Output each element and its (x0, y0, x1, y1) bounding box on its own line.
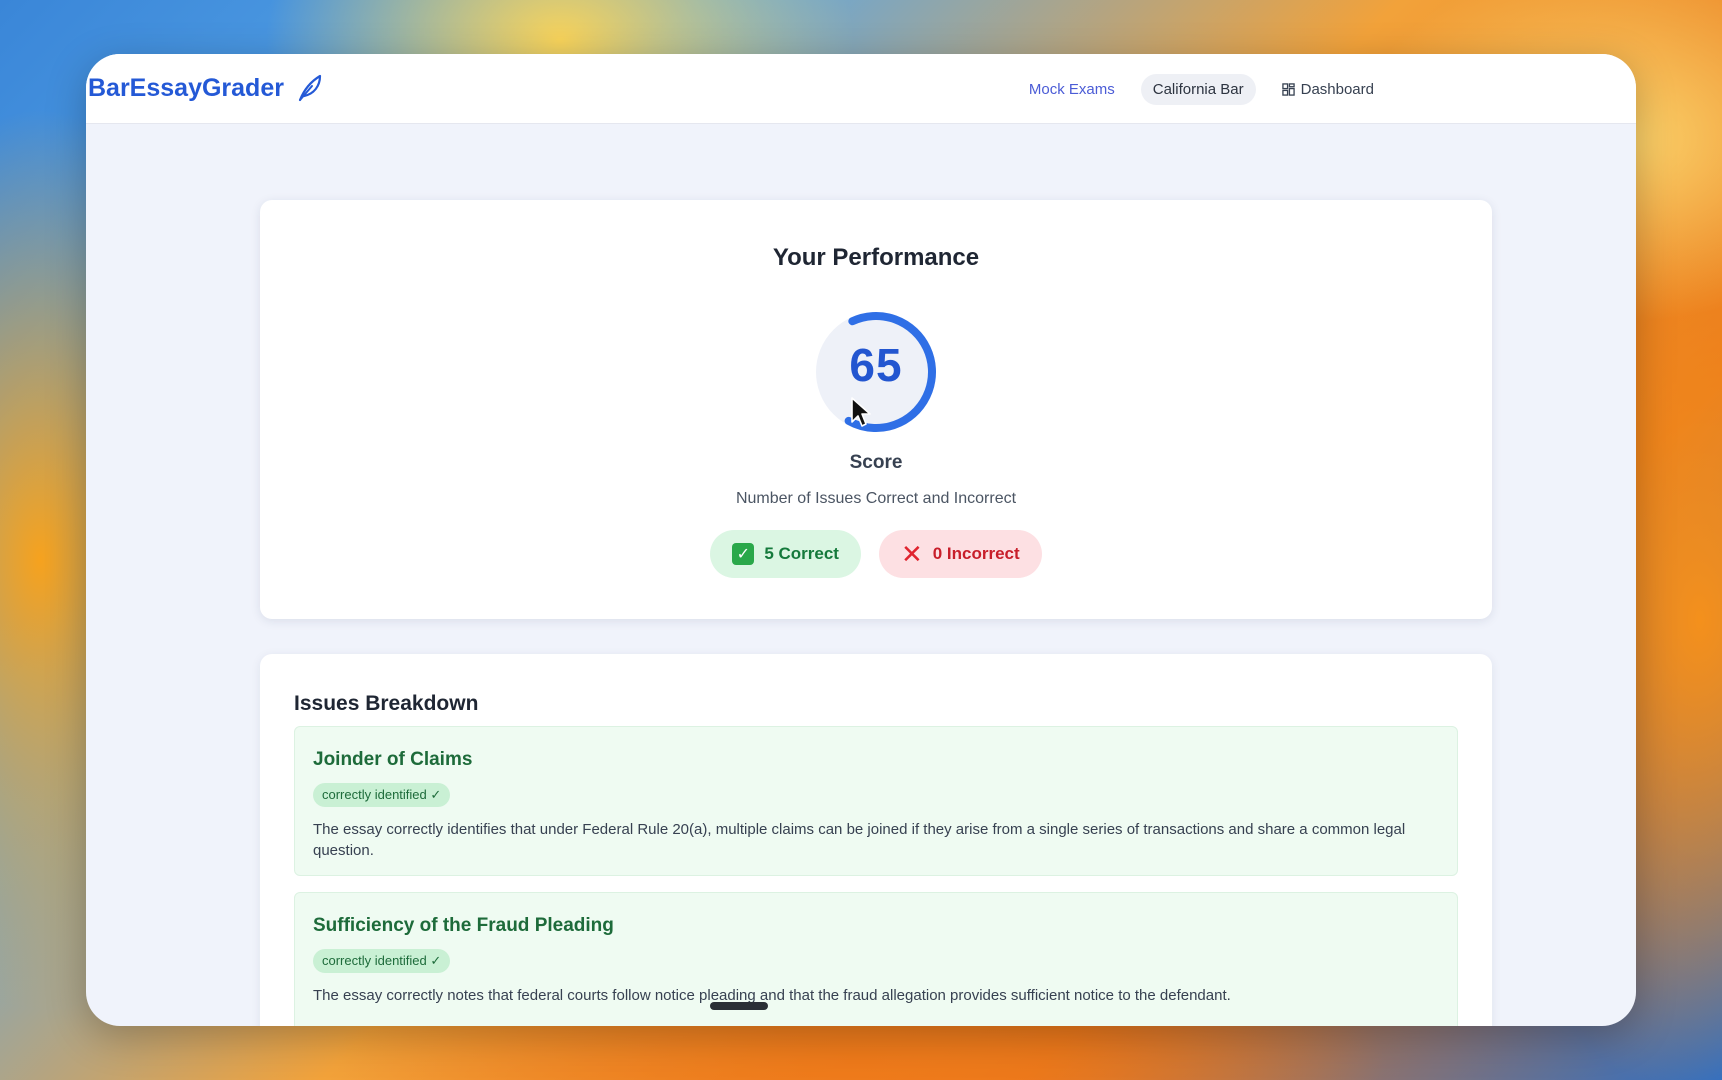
nav-links: Mock Exams California Bar Dashboard (1017, 74, 1386, 105)
grid-icon (1281, 83, 1295, 96)
status-badge: correctly identified ✓ (313, 783, 451, 807)
performance-title: Your Performance (772, 244, 980, 271)
correct-count-label: 5 Correct (764, 544, 839, 563)
issue-item: Joinder of Claims correctly identified ✓… (294, 726, 1458, 876)
issue-item: Sufficiency of the Fraud Pleading correc… (294, 892, 1458, 1026)
issues-breakdown-card: Issues Breakdown Joinder of Claims corre… (260, 654, 1492, 1026)
feather-icon (298, 74, 322, 102)
mouse-cursor-icon (851, 397, 871, 427)
score-label: Score (849, 452, 903, 473)
score-value: 65 (849, 339, 903, 391)
issue-description: The essay correctly notes that federal c… (313, 987, 1231, 1004)
incorrect-count-label: 0 Incorrect (932, 544, 1020, 563)
score-subtitle: Number of Issues Correct and Incorrect (735, 490, 1017, 507)
brand-name: BarEssayGrader (88, 73, 284, 102)
issues-title: Issues Breakdown (294, 692, 479, 715)
correct-count-pill[interactable]: ✓ 5 Correct (710, 530, 861, 578)
issue-description: The essay correctly identifies that unde… (313, 821, 1406, 859)
status-badge: correctly identified ✓ (313, 949, 451, 973)
nav-california-bar[interactable]: California Bar (1140, 74, 1256, 105)
top-navbar: BarEssayGrader Mock Exams California Bar… (86, 54, 1636, 124)
nav-dashboard[interactable]: Dashboard (1270, 74, 1386, 105)
nav-dashboard-label: Dashboard (1300, 81, 1374, 98)
incorrect-count-pill[interactable]: ✕ 0 Incorrect (878, 530, 1042, 578)
scroll-handle[interactable] (710, 1002, 768, 1010)
issue-title: Sufficiency of the Fraud Pleading (313, 915, 614, 936)
performance-card: Your Performance 65 Score Number of Issu… (260, 200, 1492, 619)
browser-window: BarEssayGrader Mock Exams California Bar… (86, 54, 1636, 1026)
nav-mock-exams[interactable]: Mock Exams (1017, 74, 1127, 105)
brand-logo[interactable]: BarEssayGrader (88, 72, 326, 104)
issue-title: Joinder of Claims (313, 749, 473, 770)
result-pills: ✓ 5 Correct ✕ 0 Incorrect (260, 530, 1492, 578)
checkmark-icon: ✓ (732, 543, 755, 565)
cross-icon: ✕ (900, 539, 923, 569)
